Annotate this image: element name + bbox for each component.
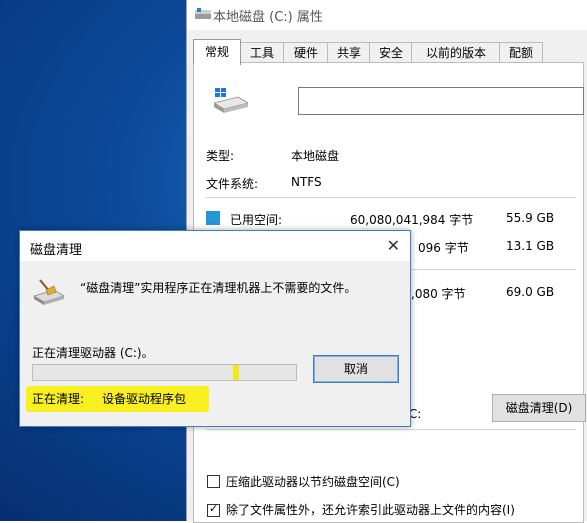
properties-title-bar[interactable]: 本地磁盘 (C:) 属性	[187, 0, 587, 30]
divider	[206, 429, 576, 430]
properties-title: 本地磁盘 (C:) 属性	[213, 10, 323, 25]
dialog-message: “磁盘清理”实用程序正在清理机器上不需要的文件。	[80, 281, 357, 295]
file-system-value: NTFS	[291, 175, 322, 189]
used-space-bytes: 60,080,041,984 字节	[350, 213, 474, 227]
used-space-swatch	[206, 211, 220, 225]
free-space-size: 13.1 GB	[506, 239, 555, 253]
used-space-label: 已用空间:	[230, 213, 283, 227]
index-checkbox-label: 除了文件属性外，还允许索引此驱动器上文件的内容(I)	[226, 503, 515, 517]
tab-security[interactable]: 安全	[369, 42, 413, 63]
hard-drive-icon	[214, 88, 248, 113]
current-item-label: 正在清理:	[32, 392, 85, 406]
compress-checkbox-label: 压缩此驱动器以节约磁盘空间(C)	[226, 475, 400, 489]
check-mark-icon: ✓	[209, 502, 219, 515]
capacity-size: 69.0 GB	[506, 285, 555, 299]
cleaning-drive-label: 正在清理驱动器 (C:)。	[32, 346, 154, 360]
disk-cleanup-button[interactable]: 磁盘清理(D)	[492, 394, 586, 422]
tab-tools[interactable]: 工具	[239, 42, 285, 63]
current-item-value: 设备驱动程序包	[102, 392, 187, 406]
type-value: 本地磁盘	[291, 149, 340, 163]
drive-icon	[195, 8, 211, 19]
tab-sharing[interactable]: 共享	[327, 42, 371, 63]
disk-cleanup-icon	[33, 279, 65, 305]
tab-general[interactable]: 常规	[193, 39, 241, 65]
type-label: 类型:	[206, 149, 235, 163]
dialog-title-bar[interactable]: 磁盘清理 ✕	[20, 231, 410, 261]
disk-cleanup-dialog: 磁盘清理 ✕ “磁盘清理”实用程序正在清理机器上不需要的文件。 正在清理驱动器 …	[19, 230, 411, 427]
tab-hardware[interactable]: 硬件	[283, 42, 329, 63]
volume-label-input[interactable]	[298, 87, 584, 115]
free-space-bytes: 096 字节	[418, 241, 469, 255]
divider	[206, 197, 576, 198]
dialog-title: 磁盘清理	[30, 243, 83, 258]
cleanup-progress-bar	[32, 364, 297, 381]
file-system-label: 文件系统:	[206, 177, 259, 191]
progress-indicator	[233, 365, 239, 380]
tab-previous-versions[interactable]: 以前的版本	[411, 42, 501, 63]
cancel-button[interactable]: 取消	[313, 355, 399, 383]
capacity-bytes: ,080 字节	[411, 287, 466, 301]
tab-quota[interactable]: 配额	[499, 42, 543, 63]
compress-checkbox[interactable]	[207, 475, 220, 488]
close-icon[interactable]: ✕	[387, 236, 400, 255]
used-space-size: 55.9 GB	[506, 211, 555, 225]
index-checkbox[interactable]: ✓	[207, 502, 220, 517]
